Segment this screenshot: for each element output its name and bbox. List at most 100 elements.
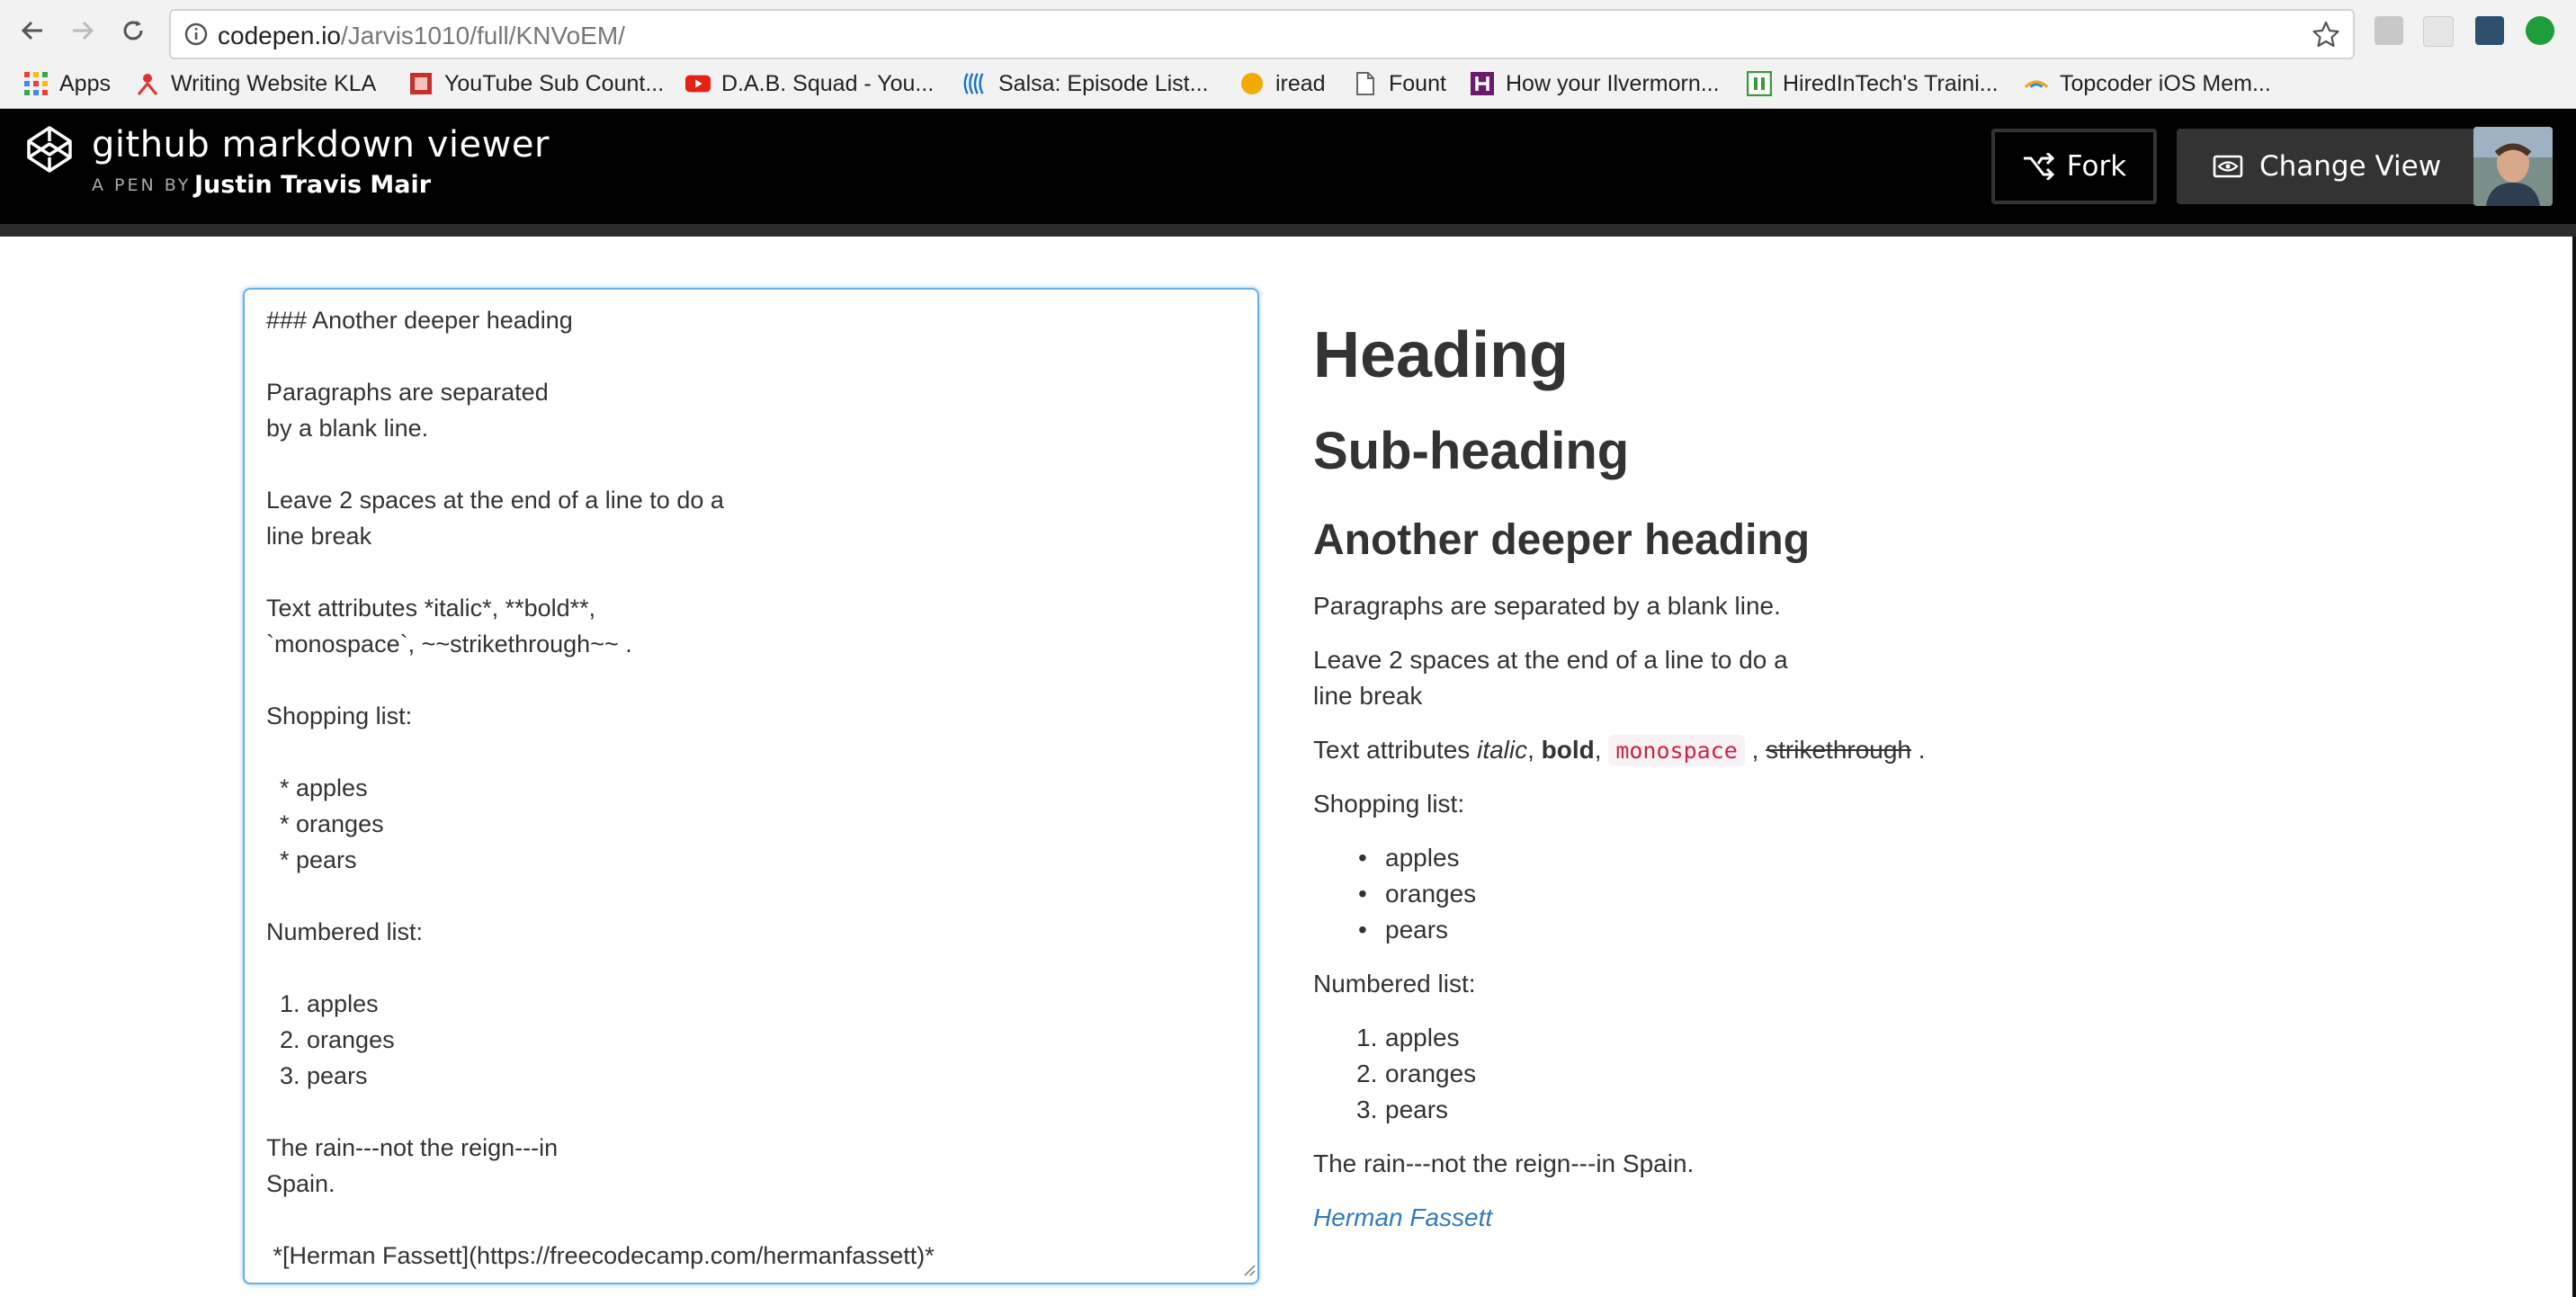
pen-by-label: A PEN BY: [92, 175, 192, 195]
salsa-icon: [962, 71, 988, 96]
page-icon: [1353, 71, 1378, 96]
bookmark-apps[interactable]: Apps: [23, 67, 111, 101]
bookmarks-bar: Apps Writing Website KLA YouTube Sub Cou…: [0, 59, 2576, 109]
bookmark-label: Apps: [59, 70, 111, 96]
preview-heading-1: Heading: [1313, 319, 1570, 391]
list-item: 2. oranges: [1356, 1056, 1477, 1092]
back-button[interactable]: [14, 13, 50, 49]
attr-separator: ,: [1527, 736, 1542, 764]
preview-paragraph: The rain---not the reign---in Spain.: [1313, 1149, 1695, 1177]
window-edge: [2572, 237, 2576, 1297]
list-item-text: oranges: [1385, 880, 1477, 908]
update-arrow-icon[interactable]: [2526, 16, 2554, 45]
header-divider: [0, 224, 2576, 237]
bookmark-writing-website[interactable]: Writing Website KLA: [135, 67, 376, 101]
user-avatar[interactable]: [2473, 127, 2553, 206]
youtube-counter-icon: [408, 71, 434, 96]
fork-icon: [2023, 153, 2054, 180]
bookmark-dab-squad[interactable]: D.A.B. Squad - You...: [685, 67, 934, 101]
list-item-text: pears: [1385, 916, 1449, 944]
resize-grip-icon[interactable]: [1241, 1262, 1256, 1281]
preview-heading-3: Another deeper heading: [1313, 516, 1811, 564]
change-view-label: Change View: [2258, 150, 2442, 183]
markdown-editor-textarea[interactable]: ### Another deeper heading Paragraphs ar…: [243, 288, 1259, 1284]
reload-icon: [123, 21, 143, 40]
attr-end: .: [1911, 736, 1926, 764]
address-bar[interactable]: codepen.io/Jarvis1010/full/KNVoEM/: [169, 9, 2355, 59]
bookmark-hiredintech[interactable]: HiredInTech's Traini...: [1747, 67, 1999, 101]
bookmark-label: YouTube Sub Count...: [444, 70, 665, 96]
preview-text-attributes: Text attributes italic, bold, monospace …: [1313, 732, 1926, 769]
topcoder-icon: [2024, 71, 2049, 96]
bullet-icon: •: [1358, 844, 1367, 872]
preview-heading-2: Sub-heading: [1313, 422, 1630, 480]
pen-title: github markdown viewer: [92, 124, 550, 165]
bookmark-salsa[interactable]: Salsa: Episode List...: [962, 67, 1208, 101]
bullet-icon: •: [1358, 880, 1367, 908]
fork-label: Fork: [2066, 150, 2127, 183]
list-item-text: oranges: [1385, 1060, 1477, 1087]
preview-numbered-label: Numbered list:: [1313, 970, 1476, 997]
list-number: 1.: [1356, 1024, 1378, 1051]
list-item: 1. apples: [1356, 1020, 1460, 1056]
preview-paragraph: Paragraphs are separated by a blank line…: [1313, 592, 1781, 620]
bookmark-label: Fount: [1389, 70, 1446, 96]
list-item: • pears: [1358, 912, 1449, 948]
list-item-text: apples: [1385, 844, 1460, 872]
browser-toolbar: codepen.io/Jarvis1010/full/KNVoEM/: [0, 0, 2576, 59]
preview-paragraph: line break: [1313, 682, 1423, 710]
bookmark-ilvermorny[interactable]: How your Ilvermorn...: [1470, 67, 1720, 101]
change-view-button[interactable]: Change View: [2177, 129, 2477, 204]
eye-icon: [2213, 155, 2243, 178]
forward-button[interactable]: [65, 13, 101, 49]
arrow-right-icon: [73, 21, 94, 40]
bookmark-fount[interactable]: Fount: [1353, 67, 1446, 101]
reload-button[interactable]: [115, 13, 151, 49]
attr-bold: bold: [1541, 736, 1595, 764]
bookmark-topcoder[interactable]: Topcoder iOS Mem...: [2024, 67, 2271, 101]
extension-1b-icon[interactable]: [2375, 16, 2403, 45]
person-icon: [135, 71, 160, 96]
attr-prefix: Text attributes: [1313, 736, 1478, 764]
attr-separator: ,: [1744, 736, 1767, 764]
bookmark-iread[interactable]: iread: [1239, 67, 1326, 101]
bookmark-label: Topcoder iOS Mem...: [2060, 70, 2271, 96]
bookmark-label: How your Ilvermorn...: [1506, 70, 1720, 96]
h-icon: [1470, 71, 1495, 96]
preview-link-line: Herman Fassett: [1313, 1200, 1492, 1236]
bookmark-label: Salsa: Episode List...: [998, 70, 1209, 96]
pen-author-link[interactable]: Justin Travis Mair: [194, 171, 431, 199]
preview-paragraph: Leave 2 spaces at the end of a line to d…: [1313, 646, 1788, 674]
circle-icon: [1239, 71, 1265, 96]
bookmark-youtube-sub-count[interactable]: YouTube Sub Count...: [408, 67, 664, 101]
list-number: 3.: [1356, 1096, 1378, 1123]
url-text[interactable]: codepen.io/Jarvis1010/full/KNVoEM/: [218, 22, 625, 50]
bookmark-label: D.A.B. Squad - You...: [721, 70, 935, 96]
youtube-icon: [685, 71, 711, 96]
bookmark-star-icon[interactable]: [2312, 20, 2340, 53]
hiredintech-icon: [1747, 71, 1772, 96]
bookmark-label: Writing Website KLA: [171, 70, 377, 96]
bullet-icon: •: [1358, 916, 1367, 944]
list-number: 2.: [1356, 1060, 1378, 1087]
markdown-source: ### Another deeper heading Paragraphs ar…: [266, 307, 935, 1269]
preview-shopping-label: Shopping list:: [1313, 790, 1465, 818]
attr-italic: italic: [1477, 736, 1528, 764]
fork-button[interactable]: Fork: [1991, 129, 2157, 204]
extension-u-icon[interactable]: [2475, 16, 2504, 45]
url-path: /Jarvis1010/full/KNVoEM/: [341, 22, 625, 49]
bookmark-label: HiredInTech's Traini...: [1783, 70, 1999, 96]
list-item: • oranges: [1358, 876, 1477, 912]
herman-fassett-link[interactable]: Herman Fassett: [1313, 1203, 1492, 1231]
list-item: 3. pears: [1356, 1092, 1448, 1128]
info-icon[interactable]: [183, 22, 209, 51]
extension-window-icon[interactable]: [2423, 16, 2454, 47]
apps-grid-icon: [23, 71, 49, 96]
attr-strikethrough: strikethrough: [1766, 736, 1912, 764]
list-item-text: apples: [1385, 1024, 1460, 1051]
arrow-left-icon: [21, 21, 42, 40]
list-item: • apples: [1358, 840, 1460, 876]
url-host: codepen.io: [218, 22, 342, 49]
bookmark-label: iread: [1275, 70, 1326, 96]
codepen-logo-icon[interactable]: [25, 125, 74, 178]
